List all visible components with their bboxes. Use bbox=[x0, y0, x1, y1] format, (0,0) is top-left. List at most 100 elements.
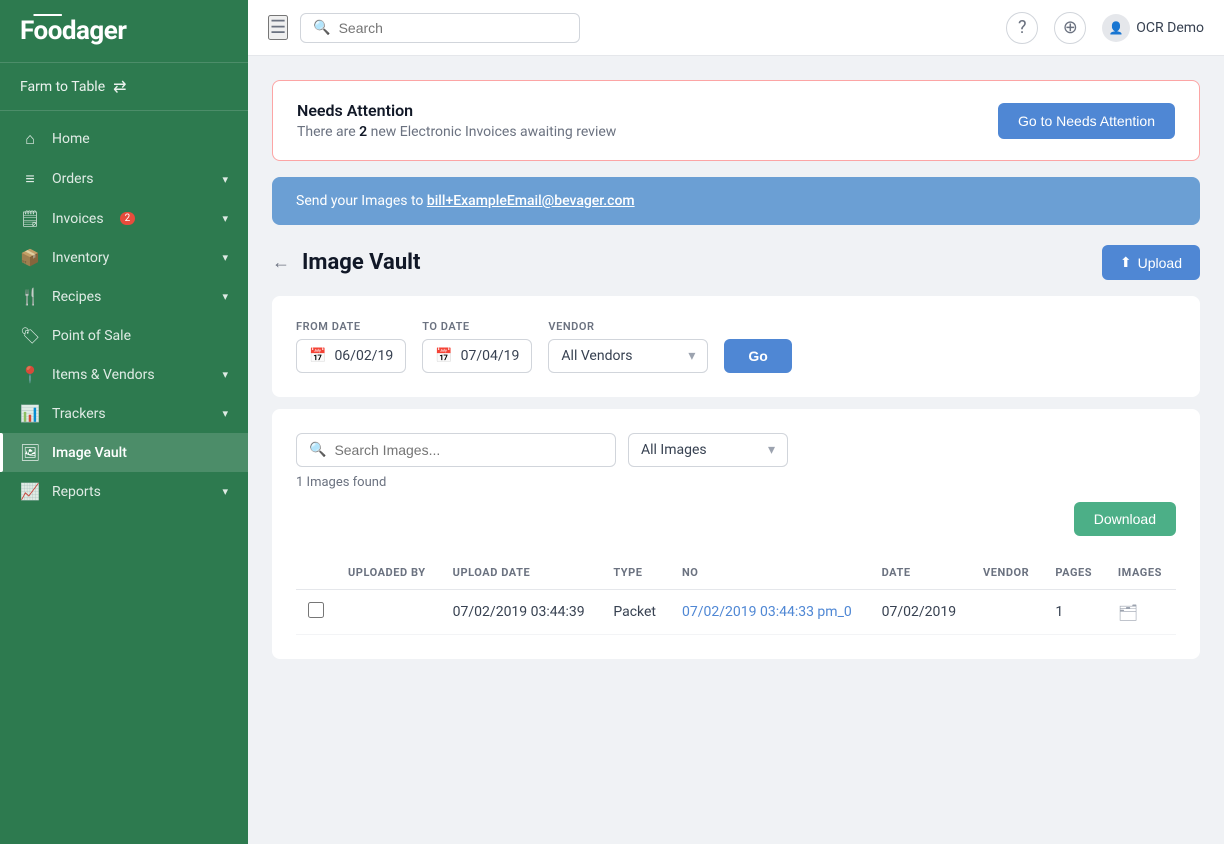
sidebar-item-home[interactable]: ⌂ Home bbox=[0, 119, 248, 159]
search-icon: 🔍 bbox=[313, 20, 330, 36]
images-type-select[interactable]: All Images ▾ bbox=[628, 433, 788, 467]
chevron-down-icon: ▾ bbox=[222, 485, 228, 498]
upload-label: Upload bbox=[1138, 255, 1182, 271]
page-title: Image Vault bbox=[302, 250, 420, 275]
row-images[interactable]: 🗂 bbox=[1106, 590, 1176, 635]
to-date-field: TO DATE 📅 07/04/19 bbox=[422, 320, 532, 373]
needs-attention-banner: Needs Attention There are 2 new Electron… bbox=[272, 80, 1200, 161]
chevron-down-icon: ▾ bbox=[222, 173, 228, 186]
sidebar-item-reports[interactable]: 📈 Reports ▾ bbox=[0, 472, 248, 511]
row-uploaded-by bbox=[336, 590, 441, 635]
table-row: 07/02/2019 03:44:39 Packet 07/02/2019 03… bbox=[296, 590, 1176, 635]
user-name: OCR Demo bbox=[1136, 20, 1204, 36]
sidebar-item-label: Image Vault bbox=[52, 445, 127, 461]
trackers-icon: 📊 bbox=[20, 404, 40, 423]
vendor-value: All Vendors bbox=[561, 348, 632, 364]
email-banner: Send your Images to bill+ExampleEmail@be… bbox=[272, 177, 1200, 225]
sidebar-item-recipes[interactable]: 🍴 Recipes ▾ bbox=[0, 277, 248, 316]
avatar: 👤 bbox=[1102, 14, 1130, 42]
filter-row: FROM DATE 📅 06/02/19 TO DATE 📅 07/04/19 … bbox=[296, 320, 1176, 373]
invoices-badge: 2 bbox=[120, 212, 136, 225]
download-button[interactable]: Download bbox=[1074, 502, 1176, 536]
email-link[interactable]: bill+ExampleEmail@bevager.com bbox=[427, 193, 635, 209]
chevron-down-icon: ▾ bbox=[222, 407, 228, 420]
to-date-input[interactable]: 📅 07/04/19 bbox=[422, 339, 532, 373]
active-indicator bbox=[0, 433, 3, 472]
upload-button[interactable]: ⬆ Upload bbox=[1102, 245, 1200, 280]
col-no: NO bbox=[670, 556, 870, 590]
needs-attention-text: Needs Attention There are 2 new Electron… bbox=[297, 101, 616, 140]
calendar-icon: 📅 bbox=[435, 348, 452, 364]
sidebar-nav: ⌂ Home ≡ Orders ▾ 🗒 Invoices 2 ▾ 📦 Inven… bbox=[0, 111, 248, 844]
vendor-select[interactable]: All Vendors ▾ bbox=[548, 339, 708, 373]
content-area: Needs Attention There are 2 new Electron… bbox=[248, 56, 1224, 844]
needs-attention-message: There are 2 new Electronic Invoices awai… bbox=[297, 124, 616, 140]
topbar: ☰ 🔍 ? ⊕ 👤 OCR Demo bbox=[248, 0, 1224, 56]
calendar-icon: 📅 bbox=[309, 348, 326, 364]
message-prefix: There are bbox=[297, 124, 359, 140]
vendor-label: VENDOR bbox=[548, 320, 708, 333]
row-no[interactable]: 07/02/2019 03:44:33 pm_0 bbox=[670, 590, 870, 635]
back-button[interactable]: ← bbox=[272, 252, 290, 273]
sidebar-item-label: Point of Sale bbox=[52, 328, 131, 344]
chevron-down-icon: ▾ bbox=[222, 212, 228, 225]
message-suffix: new Electronic Invoices awaiting review bbox=[367, 124, 616, 140]
sidebar: Foodager Farm to Table ⇄ ⌂ Home ≡ Orders… bbox=[0, 0, 248, 844]
logo-area: Foodager bbox=[0, 0, 248, 63]
row-checkbox[interactable] bbox=[308, 602, 324, 618]
help-icon[interactable]: ? bbox=[1006, 12, 1038, 44]
sidebar-item-items-vendors[interactable]: 📍 Items & Vendors ▾ bbox=[0, 355, 248, 394]
sidebar-item-image-vault[interactable]: 🖼 Image Vault bbox=[0, 433, 248, 472]
user-menu[interactable]: 👤 OCR Demo bbox=[1102, 14, 1204, 42]
go-to-needs-attention-button[interactable]: Go to Needs Attention bbox=[998, 103, 1175, 139]
sidebar-item-label: Home bbox=[52, 131, 90, 147]
folder-icon: 🗂 bbox=[1118, 603, 1138, 622]
invoices-icon: 🗒 bbox=[20, 209, 40, 228]
col-pages: PAGES bbox=[1043, 556, 1106, 590]
images-card: 🔍 All Images ▾ 1 Images found Download U… bbox=[272, 409, 1200, 659]
col-checkbox bbox=[296, 556, 336, 590]
from-date-field: FROM DATE 📅 06/02/19 bbox=[296, 320, 406, 373]
images-table: UPLOADED BY UPLOAD DATE TYPE NO DATE VEN… bbox=[296, 556, 1176, 635]
chevron-down-icon: ▾ bbox=[768, 442, 775, 458]
sidebar-item-label: Inventory bbox=[52, 250, 109, 266]
add-icon[interactable]: ⊕ bbox=[1054, 12, 1086, 44]
col-upload-date: UPLOAD DATE bbox=[441, 556, 602, 590]
row-type: Packet bbox=[601, 590, 670, 635]
pos-icon: 🏷 bbox=[20, 326, 40, 345]
go-button[interactable]: Go bbox=[724, 339, 791, 373]
search-box: 🔍 bbox=[300, 13, 580, 43]
chevron-down-icon: ▾ bbox=[222, 368, 228, 381]
needs-attention-title: Needs Attention bbox=[297, 101, 616, 120]
col-vendor: VENDOR bbox=[971, 556, 1043, 590]
sidebar-item-pos[interactable]: 🏷 Point of Sale bbox=[0, 316, 248, 355]
row-upload-date: 07/02/2019 03:44:39 bbox=[441, 590, 602, 635]
search-images-input[interactable] bbox=[334, 442, 603, 458]
chevron-down-icon: ▾ bbox=[222, 251, 228, 264]
image-vault-icon: 🖼 bbox=[20, 443, 40, 462]
table-header-row: UPLOADED BY UPLOAD DATE TYPE NO DATE VEN… bbox=[296, 556, 1176, 590]
app-logo: Foodager bbox=[20, 16, 228, 46]
page-title-row: ← Image Vault bbox=[272, 250, 420, 275]
images-count: 1 Images found bbox=[296, 475, 1176, 490]
org-switcher[interactable]: Farm to Table ⇄ bbox=[0, 63, 248, 111]
images-toolbar: 🔍 All Images ▾ bbox=[296, 433, 1176, 467]
search-icon: 🔍 bbox=[309, 442, 326, 458]
menu-toggle-button[interactable]: ☰ bbox=[268, 15, 288, 40]
row-vendor bbox=[971, 590, 1043, 635]
sidebar-item-orders[interactable]: ≡ Orders ▾ bbox=[0, 159, 248, 199]
sidebar-item-inventory[interactable]: 📦 Inventory ▾ bbox=[0, 238, 248, 277]
sidebar-item-invoices[interactable]: 🗒 Invoices 2 ▾ bbox=[0, 199, 248, 238]
sidebar-item-trackers[interactable]: 📊 Trackers ▾ bbox=[0, 394, 248, 433]
from-date-input[interactable]: 📅 06/02/19 bbox=[296, 339, 406, 373]
reports-icon: 📈 bbox=[20, 482, 40, 501]
table-header: UPLOADED BY UPLOAD DATE TYPE NO DATE VEN… bbox=[296, 556, 1176, 590]
search-input[interactable] bbox=[339, 20, 568, 36]
swap-icon: ⇄ bbox=[113, 77, 126, 96]
email-banner-prefix: Send your Images to bbox=[296, 193, 427, 209]
table-body: 07/02/2019 03:44:39 Packet 07/02/2019 03… bbox=[296, 590, 1176, 635]
needs-attention-count: 2 bbox=[359, 124, 367, 140]
search-images-box: 🔍 bbox=[296, 433, 616, 467]
row-checkbox-cell bbox=[296, 590, 336, 635]
chevron-down-icon: ▾ bbox=[688, 348, 695, 364]
